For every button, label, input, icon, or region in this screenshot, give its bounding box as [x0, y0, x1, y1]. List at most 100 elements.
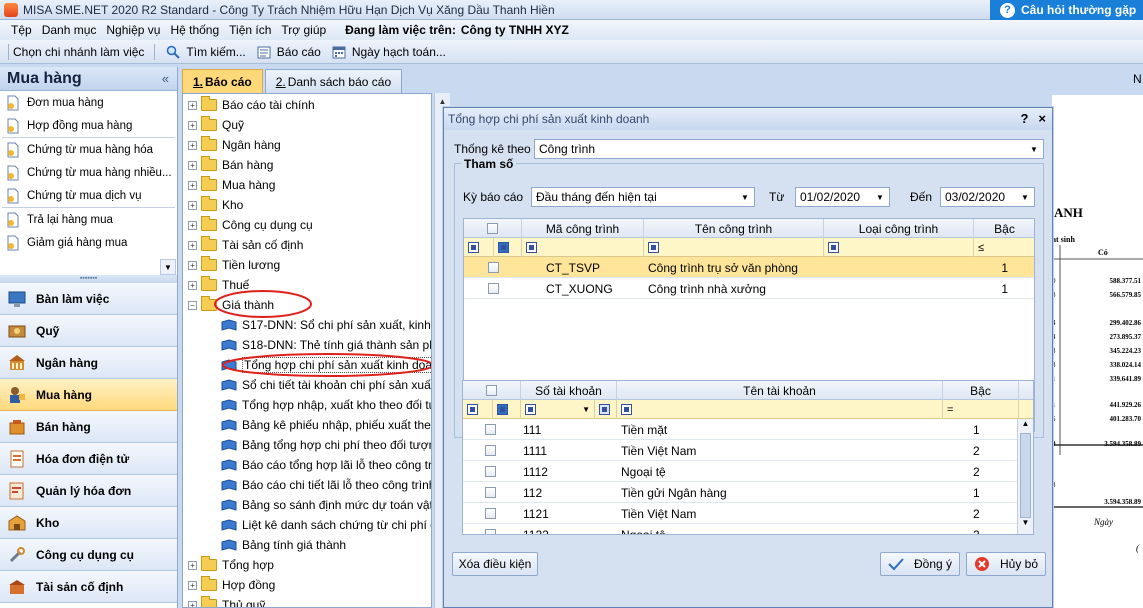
chevron-down-icon[interactable]: ▼ — [582, 405, 590, 414]
table-row[interactable]: 1112 Ngoại tệ 2 — [463, 461, 1019, 482]
menu-help[interactable]: Trợ giúp — [281, 23, 326, 37]
filter-cell[interactable] — [493, 400, 521, 419]
header-account-no[interactable]: Số tài khoản — [521, 381, 617, 400]
row-checkbox[interactable] — [488, 283, 499, 294]
select-all-checkbox[interactable] — [486, 385, 497, 396]
module-e-invoice[interactable]: Hóa đơn điện tử — [0, 443, 177, 475]
table-row[interactable]: 112 Tiền gửi Ngân hàng 1 — [463, 482, 1019, 503]
close-icon[interactable]: × — [1038, 111, 1046, 126]
select-all-checkbox[interactable] — [487, 223, 498, 234]
module-purchase[interactable]: Mua hàng — [0, 379, 177, 411]
chevron-down-icon[interactable]: ▼ — [737, 189, 753, 205]
header-name[interactable]: Tên công trình — [644, 219, 824, 238]
row-checkbox[interactable] — [485, 466, 496, 477]
row-checkbox[interactable] — [488, 262, 499, 273]
filter-cell[interactable] — [463, 400, 493, 419]
filter-icon[interactable] — [526, 242, 537, 253]
nav-item-purchase-discount[interactable]: Giảm giá hàng mua — [0, 231, 177, 254]
filter-icon[interactable] — [648, 242, 659, 253]
faq-button[interactable]: ? Câu hỏi thường gặp — [990, 0, 1143, 20]
nav-item-goods-voucher[interactable]: Chứng từ mua hàng hóa — [0, 138, 177, 161]
menu-operations[interactable]: Nghiệp vụ — [106, 23, 160, 37]
module-cash[interactable]: Quỹ — [0, 315, 177, 347]
filter-icon[interactable] — [525, 404, 536, 415]
chevron-down-icon[interactable]: ▼ — [160, 259, 176, 275]
document-icon — [5, 212, 21, 228]
table-row[interactable]: CT_TSVP Công trình trụ sở văn phòng 1 — [464, 257, 1034, 278]
filter-icon[interactable] — [497, 404, 508, 415]
scroll-up-icon[interactable]: ▲ — [1018, 419, 1033, 433]
filter-cell[interactable] — [522, 238, 644, 257]
table-row[interactable]: 1121 Tiền Việt Nam 2 — [463, 503, 1019, 524]
row-checkbox[interactable] — [485, 445, 496, 456]
filter-clear-cell[interactable] — [595, 400, 617, 419]
header-account-level[interactable]: Bậc — [943, 381, 1019, 400]
filter-cell[interactable] — [617, 400, 943, 419]
table-row[interactable]: 1122 Ngoại tệ 2 — [463, 524, 1019, 534]
scroll-down-icon[interactable]: ▼ — [1018, 518, 1033, 532]
filter-cell[interactable] — [824, 238, 974, 257]
nav-item-purchase-order[interactable]: Đơn mua hàng — [0, 91, 177, 114]
module-fixed-assets[interactable]: Tài sản cố định — [0, 571, 177, 603]
filter-icon[interactable] — [498, 242, 509, 253]
collapse-icon[interactable]: « — [162, 71, 169, 86]
search-button[interactable]: Tìm kiếm... — [165, 44, 246, 60]
row-checkbox[interactable] — [485, 508, 496, 519]
header-level[interactable]: Bậc — [974, 219, 1034, 238]
module-desktop[interactable]: Bàn làm việc — [0, 283, 177, 315]
nav-item-multi-voucher[interactable]: Chứng từ mua hàng nhiều... — [0, 161, 177, 184]
stat-select[interactable]: Công trình ▼ — [534, 139, 1044, 159]
filter-op-level[interactable]: = — [943, 400, 1019, 419]
menu-utilities[interactable]: Tiện ích — [229, 23, 271, 37]
tab-report-list[interactable]: 2. Danh sách báo cáo — [264, 69, 403, 93]
filter-icon[interactable] — [468, 242, 479, 253]
header-code[interactable]: Mã công trình — [522, 219, 644, 238]
account-grid-scrollbar[interactable]: ▲ ▼ — [1017, 419, 1033, 534]
period-select[interactable]: Đầu tháng đến hiện tại ▼ — [531, 187, 755, 207]
filter-icon[interactable] — [467, 404, 478, 415]
filter-cell[interactable] — [464, 238, 494, 257]
menu-file[interactable]: Tệp — [11, 23, 32, 37]
module-bank[interactable]: Ngân hàng — [0, 347, 177, 379]
to-date-input[interactable]: 03/02/2020 ▼ — [940, 187, 1035, 207]
module-invoice-management[interactable]: Quản lý hóa đơn — [0, 475, 177, 507]
nav-item-service-voucher[interactable]: Chứng từ mua dịch vụ — [0, 184, 177, 207]
module-inventory[interactable]: Kho — [0, 507, 177, 539]
module-sales[interactable]: Bán hàng — [0, 411, 177, 443]
table-row[interactable]: 111 Tiền mặt 1 — [463, 419, 1019, 440]
cancel-button[interactable]: Hủy bỏ — [966, 552, 1046, 576]
row-checkbox[interactable] — [485, 424, 496, 435]
filter-cell-account-no[interactable]: ▼ — [521, 400, 595, 419]
posting-date-button[interactable]: Ngày hạch toán... — [331, 44, 446, 60]
module-label: Quỹ — [36, 323, 60, 338]
tab-reports[interactable]: 1. Báo cáo — [182, 69, 263, 93]
header-type[interactable]: Loại công trình — [824, 219, 974, 238]
chevron-down-icon[interactable]: ▼ — [1017, 189, 1033, 205]
ok-button[interactable]: Đồng ý — [880, 552, 960, 576]
menu-catalog[interactable]: Danh mục — [42, 23, 97, 37]
filter-icon[interactable] — [621, 404, 632, 415]
nav-item-purchase-contract[interactable]: Hợp đồng mua hàng — [0, 114, 177, 137]
from-date-input[interactable]: 01/02/2020 ▼ — [795, 187, 890, 207]
branch-button[interactable]: Chọn chi nhánh làm việc — [13, 45, 144, 59]
scroll-thumb[interactable] — [1020, 433, 1031, 518]
filter-clear-icon[interactable] — [599, 404, 610, 415]
table-row[interactable]: 1111 Tiền Việt Nam 2 — [463, 440, 1019, 461]
header-account-name[interactable]: Tên tài khoản — [617, 381, 943, 400]
nav-item-purchase-return[interactable]: Trả lại hàng mua — [0, 208, 177, 231]
chevron-down-icon[interactable]: ▼ — [1026, 141, 1042, 157]
splitter-grip[interactable]: ▪▪▪▪▪▪▪ — [0, 275, 177, 283]
module-tools[interactable]: Công cụ dụng cụ — [0, 539, 177, 571]
row-checkbox[interactable] — [485, 529, 496, 534]
clear-conditions-button[interactable]: Xóa điều kiện — [452, 552, 538, 576]
filter-op-level[interactable]: ≤ — [974, 238, 1034, 257]
menu-system[interactable]: Hệ thống — [170, 23, 219, 37]
filter-cell[interactable] — [644, 238, 824, 257]
chevron-down-icon[interactable]: ▼ — [872, 189, 888, 205]
filter-icon[interactable] — [828, 242, 839, 253]
help-icon[interactable]: ? — [1020, 111, 1028, 126]
filter-cell[interactable] — [494, 238, 522, 257]
table-row[interactable]: CT_XUONG Công trình nhà xưởng 1 — [464, 278, 1034, 299]
row-checkbox[interactable] — [485, 487, 496, 498]
report-button[interactable]: Báo cáo — [256, 44, 321, 60]
